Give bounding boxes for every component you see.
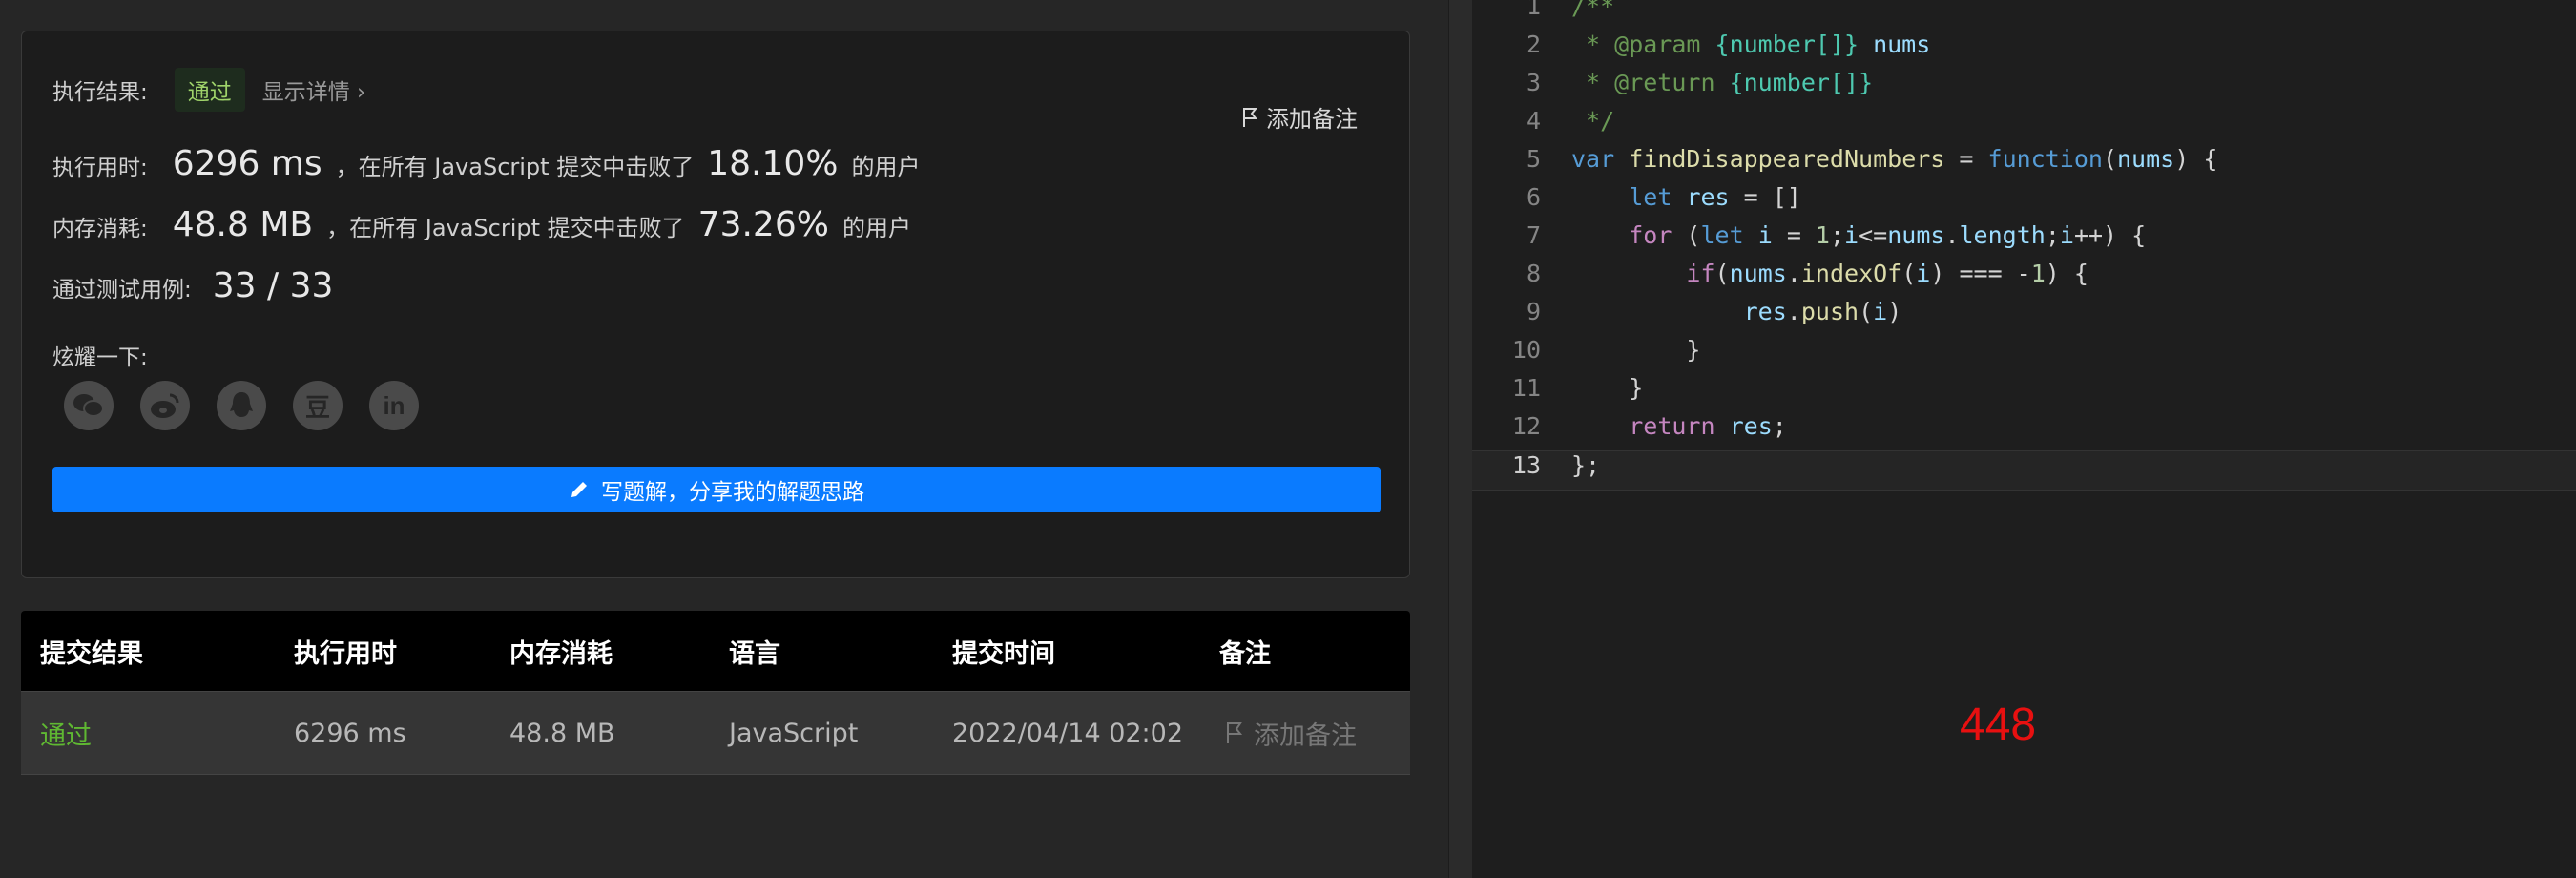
- code-line: 2 * @param {number[]} nums: [1526, 31, 1931, 58]
- show-details-link[interactable]: 显示详情 ›: [262, 73, 366, 106]
- write-solution-label: 写题解，分享我的解题思路: [601, 480, 864, 505]
- runtime-label: 执行用时:: [52, 156, 148, 180]
- runtime-suffix: 的用户: [851, 154, 921, 180]
- problem-number-annotation: 448: [1960, 700, 2037, 750]
- status-badge: 通过: [174, 68, 245, 112]
- result-pane: 执行结果: 通过 显示详情 › 添加备注 执行用时: 6296 ms ，在所有 …: [0, 0, 1448, 878]
- header-time: 提交时间: [952, 638, 1055, 669]
- runtime-value: 6296 ms: [172, 144, 322, 183]
- share-label: 炫耀一下:: [52, 345, 148, 370]
- memory-percent: 73.26%: [697, 205, 829, 244]
- add-note-button[interactable]: 添加备注: [1241, 100, 1358, 134]
- flag-icon: [1227, 722, 1243, 743]
- flag-icon: [1243, 107, 1258, 127]
- header-language: 语言: [729, 638, 780, 669]
- memory-suffix: 的用户: [841, 215, 911, 241]
- row-language: JavaScript: [729, 718, 859, 748]
- header-runtime: 执行用时: [294, 638, 397, 669]
- header-result: 提交结果: [40, 638, 143, 669]
- memory-value: 48.8 MB: [172, 205, 314, 244]
- write-solution-button[interactable]: 写题解，分享我的解题思路: [52, 467, 1381, 512]
- code-line: 5 var findDisappearedNumbers = function(n…: [1526, 145, 2218, 173]
- table-header: 提交结果 执行用时 内存消耗 语言 提交时间 备注: [21, 611, 1410, 691]
- submission-table: 提交结果 执行用时 内存消耗 语言 提交时间 备注 通过 6296 ms 48.…: [21, 611, 1410, 775]
- testcases-value: 33 / 33: [212, 266, 334, 305]
- memory-text: ，在所有 JavaScript 提交中击败了: [326, 215, 685, 241]
- code-line: 1/**: [1526, 0, 1615, 20]
- code-line-current: 13};: [1472, 450, 2576, 491]
- runtime-percent: 18.10%: [707, 144, 839, 183]
- code-line: 4 */: [1526, 107, 1615, 135]
- row-runtime: 6296 ms: [294, 718, 406, 748]
- code-line: 7 for (let i = 1;i<=nums.length;i++) {: [1526, 221, 2147, 249]
- linkedin-glyph: in: [383, 390, 405, 420]
- header-note: 备注: [1219, 638, 1271, 669]
- table-row[interactable]: 通过 6296 ms 48.8 MB JavaScript 2022/04/14…: [21, 691, 1410, 775]
- row-result[interactable]: 通过: [40, 715, 92, 752]
- row-time: 2022/04/14 02:02: [952, 718, 1184, 748]
- runtime-text: ，在所有 JavaScript 提交中击败了: [335, 154, 695, 180]
- row-add-note-button[interactable]: 添加备注: [1225, 715, 1357, 752]
- wechat-icon[interactable]: [64, 381, 114, 430]
- weibo-icon[interactable]: [140, 381, 190, 430]
- testcases-label: 通过测试用例:: [52, 278, 192, 303]
- linkedin-icon[interactable]: in: [369, 381, 419, 430]
- qq-icon[interactable]: [217, 381, 266, 430]
- code-line: 12 return res;: [1511, 412, 1787, 440]
- row-note-label: 添加备注: [1254, 721, 1357, 751]
- code-line: 10 }: [1511, 336, 1701, 364]
- pane-divider[interactable]: [1448, 0, 1473, 878]
- code-line: 9 res.push(i): [1526, 298, 1902, 325]
- code-line: 11 }: [1511, 374, 1644, 402]
- code-line: 6 let res = []: [1526, 183, 1801, 211]
- memory-label: 内存消耗:: [52, 217, 148, 241]
- douban-glyph: 豆: [304, 393, 330, 423]
- code-line: 3 * @return {number[]}: [1526, 69, 1874, 96]
- row-memory: 48.8 MB: [509, 718, 615, 748]
- exec-result-label: 执行结果:: [52, 80, 148, 105]
- add-note-label: 添加备注: [1266, 106, 1358, 133]
- result-card: 执行结果: 通过 显示详情 › 添加备注 执行用时: 6296 ms ，在所有 …: [21, 31, 1410, 578]
- pencil-icon: [571, 482, 587, 497]
- header-memory: 内存消耗: [509, 638, 613, 669]
- douban-icon[interactable]: 豆: [293, 381, 343, 430]
- code-line: 8 if(nums.indexOf(i) === -1) {: [1526, 260, 2088, 287]
